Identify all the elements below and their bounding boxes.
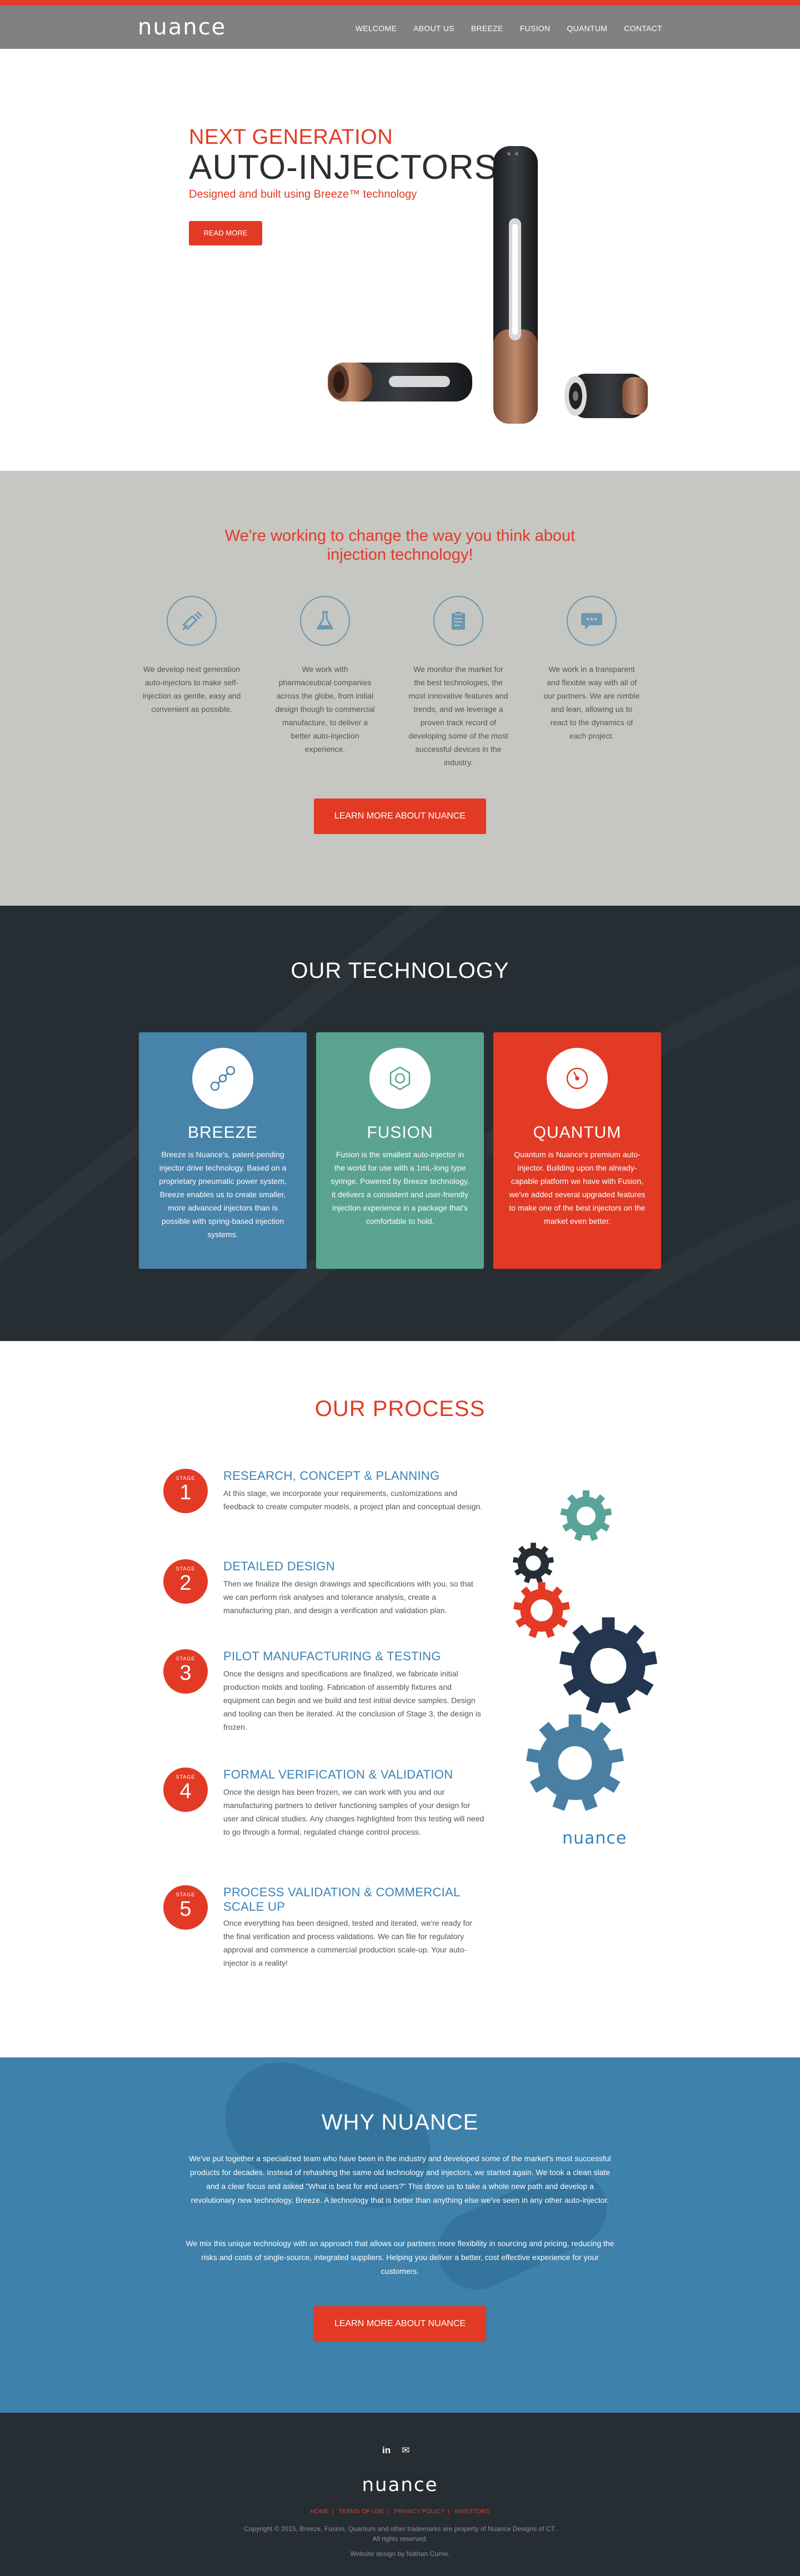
logo[interactable]: nuance — [138, 16, 226, 39]
footer-link-terms[interactable]: TERMS OF USE — [338, 2508, 384, 2515]
quantum-card[interactable]: QUANTUM Quantum is Nuance's premium auto… — [493, 1032, 661, 1269]
nav-quantum[interactable]: QUANTUM — [567, 24, 607, 33]
stage-badge: STAGE 1 — [163, 1469, 208, 1513]
stage-title: FORMAL VERIFICATION & VALIDATION — [223, 1767, 453, 1781]
flask-icon — [300, 596, 350, 646]
nav-breeze[interactable]: BREEZE — [471, 24, 503, 33]
footer-link-privacy[interactable]: PRIVACY POLICY — [394, 2508, 445, 2515]
read-more-button[interactable]: READ MORE — [189, 221, 262, 245]
intro-heading: We're working to change the way you thin… — [0, 526, 800, 564]
rights-text: All rights reserved. — [372, 2535, 428, 2543]
intro-column-text: We monitor the market for the best techn… — [408, 665, 508, 767]
quantum-text: Quantum is Nuance's premium auto-injecto… — [509, 1150, 646, 1226]
hex-nut-icon — [369, 1048, 431, 1109]
stage-text: At this stage, we incorporate your requi… — [223, 1489, 483, 1511]
stage-label: STAGE — [176, 1475, 196, 1481]
stage-text: Once the designs and specifications are … — [223, 1669, 481, 1731]
intro-column-text: We develop next generation auto-injector… — [142, 665, 241, 714]
stage-badge: STAGE 5 — [163, 1885, 208, 1930]
why-section: WHY NUANCE We've put together a speciali… — [0, 2057, 800, 2413]
separator: | — [387, 2508, 389, 2515]
stage-number: 2 — [179, 1571, 192, 1595]
intro-column-text: We work in a transparent and flexible wa… — [543, 665, 640, 740]
stage-title: PROCESS VALIDATION & COMMERCIAL SCALE UP — [223, 1885, 460, 1914]
learn-more-button[interactable]: LEARN MORE ABOUT NUANCE — [314, 2306, 486, 2342]
stage-label: STAGE — [176, 1656, 196, 1661]
intro-column: We work with pharmaceutical companies ac… — [275, 596, 375, 756]
gauge-icon — [547, 1048, 608, 1109]
email-icon[interactable]: ✉ — [402, 2445, 409, 2456]
process-section: OUR PROCESS STAGE 1 RESEARCH, CONCEPT & P… — [0, 1341, 800, 2057]
hero-section: NEXT GENERATION AUTO-INJECTORS Designed … — [0, 49, 800, 501]
stage-text: Once everything has been designed, teste… — [223, 1919, 472, 1967]
why-paragraph-2: We mix this unique technology with an ap… — [186, 2239, 614, 2276]
stage-number: 1 — [179, 1481, 192, 1504]
technology-heading: OUR TECHNOLOGY — [291, 958, 509, 983]
syringe-icon — [167, 596, 217, 646]
footer-links: HOME | TERMS OF USE | PRIVACY POLICY | INVE… — [0, 2508, 800, 2515]
intro-column-text: We work with pharmaceutical companies ac… — [275, 665, 375, 754]
breeze-card[interactable]: BREEZE Breeze is Nuance's, patent-pendin… — [139, 1032, 307, 1269]
intro-heading-line2: injection technology! — [327, 546, 473, 564]
nav-fusion[interactable]: FUSION — [520, 24, 551, 33]
stage-title: RESEARCH, CONCEPT & PLANNING — [223, 1469, 440, 1483]
nav-welcome[interactable]: WELCOME — [356, 24, 397, 33]
why-paragraph-1: We've put together a specialized team wh… — [189, 2154, 611, 2205]
stage-label: STAGE — [176, 1566, 196, 1571]
separator: | — [332, 2508, 334, 2515]
breeze-text: Breeze is Nuance's, patent-pending injec… — [159, 1150, 287, 1239]
nav-contact[interactable]: CONTACT — [624, 24, 662, 33]
social-links: in ✉ — [382, 2445, 409, 2456]
site-header: nuance WELCOME ABOUT US BREEZE FUSION QU… — [0, 6, 800, 49]
footer-link-home[interactable]: HOME — [310, 2508, 328, 2515]
fusion-title: FUSION — [367, 1123, 433, 1142]
copyright-text: Copyright © 2015, Breeze, Fusion, Quantu… — [244, 2525, 556, 2533]
why-heading: WHY NUANCE — [321, 2110, 479, 2135]
stage-text: Once the design has been frozen, we can … — [223, 1787, 484, 1836]
stage-title: PILOT MANUFACTURING & TESTING — [223, 1649, 441, 1663]
main-nav: WELCOME ABOUT US BREEZE FUSION QUANTUM C… — [356, 24, 662, 33]
footer-logo[interactable]: nuance — [0, 2474, 800, 2496]
gears-logo: nuance — [562, 1829, 627, 1848]
fusion-text: Fusion is the smallest auto-injector in … — [331, 1150, 469, 1226]
intro-column: We work in a transparent and flexible wa… — [542, 596, 642, 742]
intro-column: We develop next generation auto-injector… — [142, 596, 242, 716]
auto-injector-image — [328, 146, 648, 424]
about-intro-section: We're working to change the way you thin… — [0, 471, 800, 906]
chat-icon — [567, 596, 617, 646]
stage-badge: STAGE 4 — [163, 1767, 208, 1812]
intro-heading-line1: We're working to change the way you thin… — [224, 527, 576, 545]
stage-label: STAGE — [176, 1774, 196, 1780]
credit-text: Website design by Nathan Currie. — [350, 2550, 450, 2558]
molecule-icon — [192, 1048, 253, 1109]
technology-section: OUR TECHNOLOGY BREEZE Breeze is Nuance's… — [0, 906, 800, 1341]
nav-about-us[interactable]: ABOUT US — [413, 24, 454, 33]
gears-illustration — [512, 1490, 658, 1811]
stage-title: DETAILED DESIGN — [223, 1559, 335, 1573]
stage-label: STAGE — [176, 1892, 196, 1897]
clipboard-icon — [433, 596, 483, 646]
fusion-card[interactable]: FUSION Fusion is the smallest auto-injec… — [316, 1032, 484, 1269]
separator: | — [448, 2508, 450, 2515]
linkedin-icon[interactable]: in — [382, 2445, 391, 2456]
learn-more-button[interactable]: LEARN MORE ABOUT NUANCE — [314, 799, 486, 834]
stage-number: 5 — [179, 1897, 192, 1921]
stage-badge: STAGE 2 — [163, 1559, 208, 1604]
top-accent-bar — [0, 0, 800, 6]
footer-link-investors[interactable]: INVESTORS — [454, 2508, 489, 2515]
stage-number: 4 — [179, 1780, 192, 1803]
breeze-title: BREEZE — [187, 1123, 258, 1142]
site-footer: in ✉ nuance HOME | TERMS OF USE | PRIVACY … — [0, 2413, 800, 2576]
stage-badge: STAGE 3 — [163, 1649, 208, 1694]
intro-column: We monitor the market for the best techn… — [408, 596, 508, 769]
stage-number: 3 — [179, 1661, 192, 1685]
process-heading: OUR PROCESS — [314, 1397, 486, 1421]
stage-text: Then we finalize the design drawings and… — [223, 1579, 473, 1615]
quantum-title: QUANTUM — [533, 1123, 622, 1142]
